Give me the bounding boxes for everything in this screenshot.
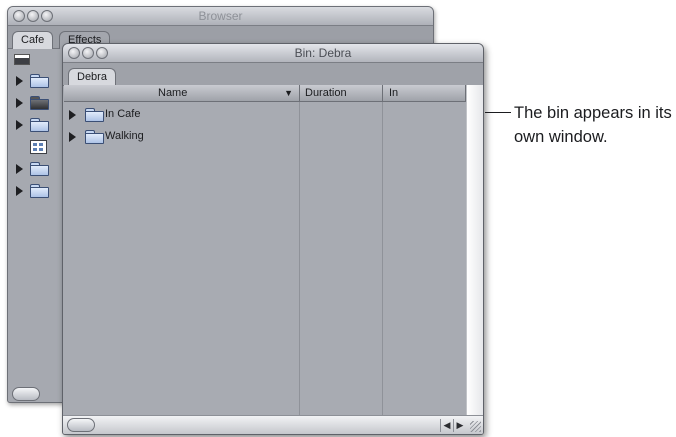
zoom-button[interactable] [96,47,108,59]
callout-leader-line [485,112,511,113]
sequence-icon [30,140,47,154]
folder-icon [30,74,49,88]
column-divider [382,102,383,416]
bin-title: Bin: Debra [294,46,352,60]
disclosure-triangle-icon[interactable] [16,76,23,86]
folder-icon [85,130,104,144]
column-divider [299,102,300,416]
disclosure-triangle-icon[interactable] [69,132,76,142]
item-label: In Cafe [105,108,141,120]
bin-window: Bin: Debra Debra Name ▼ Duration In In C… [62,43,484,435]
sort-descending-icon[interactable]: ▼ [284,85,293,101]
column-header-name[interactable]: Name ▼ [64,85,300,101]
disclosure-triangle-icon[interactable] [69,110,76,120]
browser-title: Browser [198,9,243,23]
disclosure-triangle-icon[interactable] [16,186,23,196]
column-header-duration[interactable]: Duration [300,85,383,101]
scroll-right-arrow-icon[interactable]: ▶ [453,419,466,432]
vertical-scrollbar[interactable] [466,85,483,434]
item-label: Walking [105,130,144,142]
close-button[interactable] [68,47,80,59]
browser-titlebar[interactable]: Browser [8,7,433,26]
folder-icon [30,118,49,132]
column-header-bar: Name ▼ Duration In [64,85,466,102]
browser-horizontal-scroll[interactable] [10,385,50,401]
list-item[interactable]: In Cafe [69,106,269,124]
clapperboard-icon [14,54,30,65]
bin-tabstrip: Debra [63,63,483,86]
list-item[interactable]: Walking [69,128,269,146]
scroll-left-arrow-icon[interactable]: ◀ [440,419,453,432]
folder-icon [30,162,49,176]
disclosure-triangle-icon[interactable] [16,164,23,174]
tab-cafe[interactable]: Cafe [12,31,54,49]
horizontal-scrollbar[interactable]: ◀ ▶ [63,415,483,434]
folder-icon [85,108,104,122]
disclosure-triangle-icon[interactable] [16,120,23,130]
bin-titlebar[interactable]: Bin: Debra [63,44,483,63]
minimize-button[interactable] [82,47,94,59]
column-header-in[interactable]: In [383,85,466,101]
open-folder-icon [30,96,49,110]
scroll-thumb[interactable] [12,387,40,401]
tab-debra[interactable]: Debra [68,68,116,86]
disclosure-triangle-icon[interactable] [16,98,23,108]
folder-icon [30,184,49,198]
resize-grip-icon[interactable] [470,421,481,432]
scroll-thumb[interactable] [67,418,95,432]
callout-text: The bin appears in its own window. [514,104,672,146]
